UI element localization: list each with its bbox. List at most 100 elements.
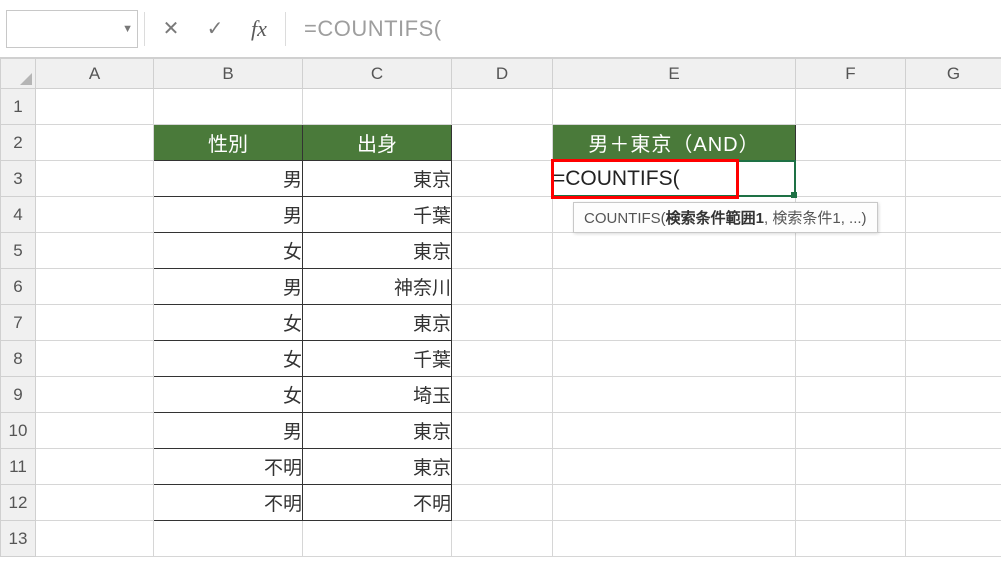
cell-B6[interactable]: 男: [154, 269, 303, 305]
cell-A11[interactable]: [36, 449, 154, 485]
row-header-13[interactable]: 13: [1, 521, 36, 557]
cell-G4[interactable]: [906, 197, 1001, 233]
cell-A10[interactable]: [36, 413, 154, 449]
cell-B12[interactable]: 不明: [154, 485, 303, 521]
row-header-10[interactable]: 10: [1, 413, 36, 449]
enter-formula-button[interactable]: ✓: [195, 10, 235, 48]
cell-E12[interactable]: [553, 485, 796, 521]
row-header-5[interactable]: 5: [1, 233, 36, 269]
row-header-9[interactable]: 9: [1, 377, 36, 413]
col-header-G[interactable]: G: [906, 59, 1001, 89]
row-header-6[interactable]: 6: [1, 269, 36, 305]
col-header-A[interactable]: A: [36, 59, 154, 89]
row-header-11[interactable]: 11: [1, 449, 36, 485]
cell-C9[interactable]: 埼玉: [303, 377, 452, 413]
cell-E1[interactable]: [553, 89, 796, 125]
cell-G9[interactable]: [906, 377, 1001, 413]
cell-D4[interactable]: [452, 197, 553, 233]
cell-D12[interactable]: [452, 485, 553, 521]
cell-C4[interactable]: 千葉: [303, 197, 452, 233]
cell-E8[interactable]: [553, 341, 796, 377]
name-box-dropdown-icon[interactable]: ▼: [122, 23, 133, 35]
header-gender[interactable]: 性別: [154, 125, 303, 161]
cell-B1[interactable]: [154, 89, 303, 125]
cell-C3[interactable]: 東京: [303, 161, 452, 197]
function-tooltip[interactable]: COUNTIFS(検索条件範囲1, 検索条件1, ...): [573, 202, 878, 233]
col-header-D[interactable]: D: [452, 59, 553, 89]
col-header-E[interactable]: E: [553, 59, 796, 89]
cell-A5[interactable]: [36, 233, 154, 269]
cell-F12[interactable]: [796, 485, 906, 521]
formula-input[interactable]: =COUNTIFS(: [292, 10, 1001, 48]
cell-E6[interactable]: [553, 269, 796, 305]
cell-D3[interactable]: [452, 161, 553, 197]
cell-E3-editing[interactable]: =COUNTIFS( COUNTIFS(検索条件範囲1, 検索条件1, ...): [553, 161, 796, 197]
row-header-2[interactable]: 2: [1, 125, 36, 161]
cell-B5[interactable]: 女: [154, 233, 303, 269]
cell-G2[interactable]: [906, 125, 1001, 161]
cell-A13[interactable]: [36, 521, 154, 557]
cell-F9[interactable]: [796, 377, 906, 413]
cell-G8[interactable]: [906, 341, 1001, 377]
cell-C7[interactable]: 東京: [303, 305, 452, 341]
cell-C6[interactable]: 神奈川: [303, 269, 452, 305]
name-box[interactable]: ▼: [6, 10, 138, 48]
cell-B8[interactable]: 女: [154, 341, 303, 377]
cell-C8[interactable]: 千葉: [303, 341, 452, 377]
cell-B11[interactable]: 不明: [154, 449, 303, 485]
cell-C11[interactable]: 東京: [303, 449, 452, 485]
cell-D8[interactable]: [452, 341, 553, 377]
cell-A12[interactable]: [36, 485, 154, 521]
cell-B13[interactable]: [154, 521, 303, 557]
cell-D10[interactable]: [452, 413, 553, 449]
cell-C5[interactable]: 東京: [303, 233, 452, 269]
row-header-4[interactable]: 4: [1, 197, 36, 233]
cell-E11[interactable]: [553, 449, 796, 485]
cell-G6[interactable]: [906, 269, 1001, 305]
row-header-3[interactable]: 3: [1, 161, 36, 197]
cell-C12[interactable]: 不明: [303, 485, 452, 521]
cell-D2[interactable]: [452, 125, 553, 161]
cell-A7[interactable]: [36, 305, 154, 341]
select-all-corner[interactable]: [1, 59, 36, 89]
cell-E10[interactable]: [553, 413, 796, 449]
cancel-formula-button[interactable]: ✕: [151, 10, 191, 48]
cell-F7[interactable]: [796, 305, 906, 341]
cell-G3[interactable]: [906, 161, 1001, 197]
cell-F6[interactable]: [796, 269, 906, 305]
cell-F13[interactable]: [796, 521, 906, 557]
cell-B7[interactable]: 女: [154, 305, 303, 341]
cell-A6[interactable]: [36, 269, 154, 305]
cell-F8[interactable]: [796, 341, 906, 377]
cell-C10[interactable]: 東京: [303, 413, 452, 449]
cell-G10[interactable]: [906, 413, 1001, 449]
cell-E13[interactable]: [553, 521, 796, 557]
insert-function-button[interactable]: fx: [239, 10, 279, 48]
cell-G12[interactable]: [906, 485, 1001, 521]
cell-G11[interactable]: [906, 449, 1001, 485]
cell-A9[interactable]: [36, 377, 154, 413]
row-header-1[interactable]: 1: [1, 89, 36, 125]
cell-C13[interactable]: [303, 521, 452, 557]
cell-B3[interactable]: 男: [154, 161, 303, 197]
cell-D7[interactable]: [452, 305, 553, 341]
row-header-8[interactable]: 8: [1, 341, 36, 377]
cell-F10[interactable]: [796, 413, 906, 449]
cell-F1[interactable]: [796, 89, 906, 125]
cell-D11[interactable]: [452, 449, 553, 485]
cell-A8[interactable]: [36, 341, 154, 377]
row-header-7[interactable]: 7: [1, 305, 36, 341]
cell-F11[interactable]: [796, 449, 906, 485]
header-and-result[interactable]: 男＋東京（AND）: [553, 125, 796, 161]
col-header-C[interactable]: C: [303, 59, 452, 89]
cell-E5[interactable]: [553, 233, 796, 269]
cell-D6[interactable]: [452, 269, 553, 305]
col-header-B[interactable]: B: [154, 59, 303, 89]
cell-E7[interactable]: [553, 305, 796, 341]
cell-D1[interactable]: [452, 89, 553, 125]
cell-C1[interactable]: [303, 89, 452, 125]
cell-D13[interactable]: [452, 521, 553, 557]
cell-D9[interactable]: [452, 377, 553, 413]
cell-B10[interactable]: 男: [154, 413, 303, 449]
cell-B4[interactable]: 男: [154, 197, 303, 233]
